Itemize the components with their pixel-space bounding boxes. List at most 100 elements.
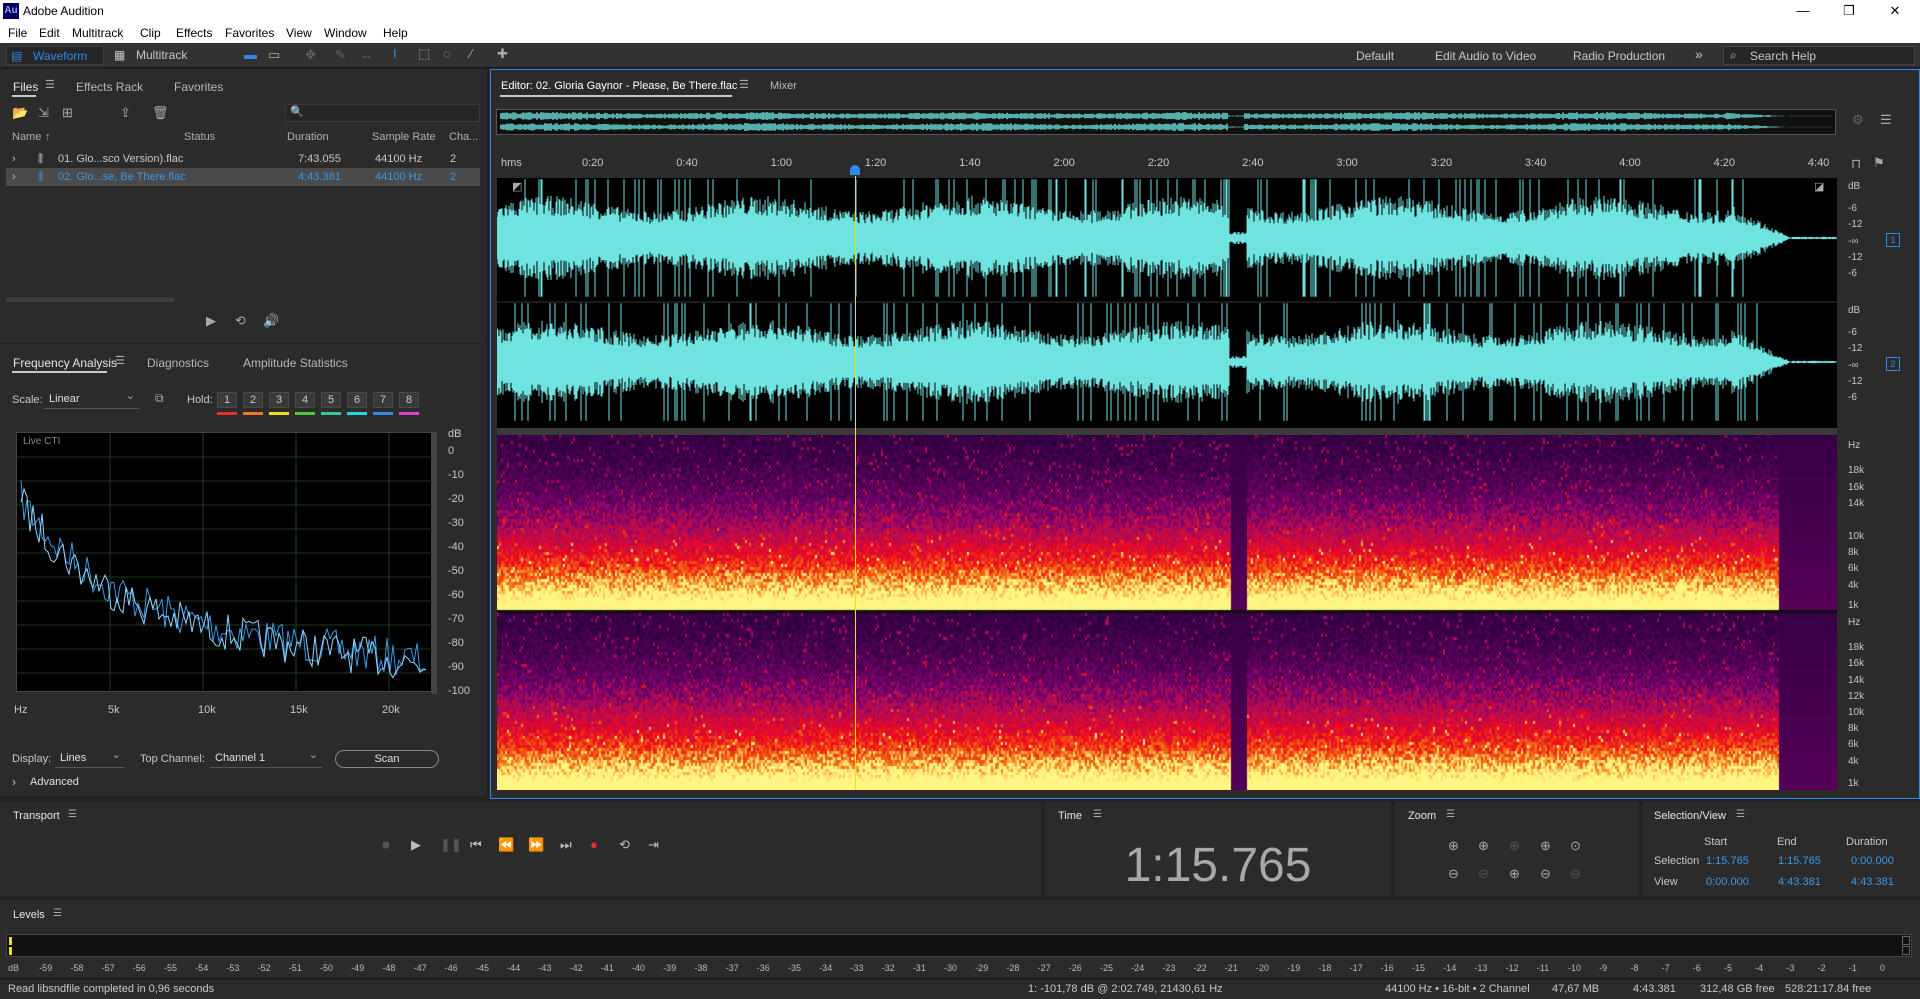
waveform-view-icon[interactable]: ▬ xyxy=(244,47,257,62)
col-name[interactable]: Name xyxy=(12,131,41,143)
brush-tool-icon[interactable]: ⁄ xyxy=(470,46,472,61)
selection-duration[interactable]: 0:00.000 xyxy=(1851,855,1894,867)
new-file-icon[interactable]: ⊞ xyxy=(62,105,73,121)
panel-menu-icon[interactable]: ☰ xyxy=(1093,809,1102,820)
clip-indicator-right[interactable] xyxy=(1902,946,1910,955)
play-button[interactable]: ▶ xyxy=(411,837,421,853)
col-sample-rate[interactable]: Sample Rate xyxy=(372,131,436,143)
panel-menu-icon[interactable]: ☰ xyxy=(1736,809,1745,820)
spectral-view-icon[interactable]: ▭ xyxy=(268,47,280,63)
workspace-default[interactable]: Default xyxy=(1356,49,1394,63)
fast-forward-icon[interactable]: ⏩ xyxy=(528,837,544,853)
menu-edit[interactable]: Edit xyxy=(39,26,60,40)
top-channel-dropdown[interactable]: Channel 1 xyxy=(210,747,322,768)
skip-selection-icon[interactable]: ⇥ xyxy=(648,837,659,853)
next-icon[interactable]: ⏭ xyxy=(560,837,572,853)
zoom-in-center-icon[interactable]: ⊕ xyxy=(1509,866,1520,882)
hold-button-8[interactable]: 8 xyxy=(399,392,419,408)
marker-icon[interactable]: ⚑ xyxy=(1873,155,1885,171)
marquee-tool-icon[interactable]: ⬚ xyxy=(418,46,430,62)
selection-end[interactable]: 1:15.765 xyxy=(1778,855,1821,867)
hold-button-5[interactable]: 5 xyxy=(321,392,341,408)
hold-button-6[interactable]: 6 xyxy=(347,392,367,408)
scale-dropdown[interactable]: Linear xyxy=(44,388,139,409)
advanced-toggle[interactable]: Advanced xyxy=(30,776,79,788)
zoom-out-full-icon[interactable]: ⊖ xyxy=(1540,866,1551,882)
panel-menu-icon[interactable]: ☰ xyxy=(68,809,77,820)
scan-button[interactable]: Scan xyxy=(335,750,439,768)
col-channels[interactable]: Cha... xyxy=(449,131,478,143)
zoom-in-time-icon[interactable]: ⊕ xyxy=(1478,838,1489,854)
channel-1-toggle[interactable]: 1 xyxy=(1886,233,1900,247)
tab-diagnostics[interactable]: Diagnostics xyxy=(147,356,209,370)
snap-icon[interactable]: ⊓ xyxy=(1851,156,1861,172)
panel-menu-icon[interactable]: ☰ xyxy=(53,908,62,919)
zoom-in-amplitude-icon[interactable]: ⊕ xyxy=(1448,838,1459,854)
playhead-handle[interactable] xyxy=(850,165,860,175)
razor-tool-icon[interactable]: ✎ xyxy=(335,47,346,63)
files-search-input[interactable]: 🔍 xyxy=(285,104,480,122)
panel-menu-icon[interactable]: ☰ xyxy=(115,354,125,367)
stop-button[interactable]: ■ xyxy=(382,837,390,852)
menu-view[interactable]: View xyxy=(286,26,312,40)
auto-play-icon[interactable]: 🔊 xyxy=(263,313,279,329)
lasso-tool-icon[interactable]: ◌ xyxy=(443,46,451,61)
rewind-icon[interactable]: ⏪ xyxy=(498,837,514,853)
open-file-icon[interactable]: 📂 xyxy=(12,105,28,121)
menu-favorites[interactable]: Favorites xyxy=(225,26,274,40)
loop-icon[interactable]: ⟲ xyxy=(235,313,246,329)
spectral-display[interactable] xyxy=(497,435,1837,790)
zoom-in-left-icon[interactable]: ⊕ xyxy=(1540,838,1551,854)
fade-out-handle-icon[interactable]: ◪ xyxy=(1814,180,1824,193)
panel-menu-icon[interactable]: ☰ xyxy=(45,78,55,91)
panel-menu-icon[interactable]: ☰ xyxy=(1446,809,1455,820)
menu-help[interactable]: Help xyxy=(383,26,408,40)
zoom-out-right-icon[interactable]: ⊖ xyxy=(1570,866,1581,882)
col-status[interactable]: Status xyxy=(184,131,215,143)
search-help-field[interactable]: ⌕ Search Help xyxy=(1723,46,1915,65)
view-start[interactable]: 0:00.000 xyxy=(1706,876,1749,888)
menu-file[interactable]: File xyxy=(8,26,27,40)
view-splitter[interactable] xyxy=(497,428,1837,435)
waveform-display[interactable] xyxy=(497,178,1837,428)
copy-icon[interactable]: ⧉ xyxy=(155,391,164,406)
display-dropdown[interactable]: Lines xyxy=(55,747,125,768)
channel-2-toggle[interactable]: 2 xyxy=(1886,357,1900,371)
zoom-out-amplitude-icon[interactable]: ⊖ xyxy=(1448,866,1459,882)
menu-multitrack[interactable]: Multitrack xyxy=(72,26,123,40)
file-row[interactable]: › ⫼ 02. Glo...se, Be There.flac 4:43.381… xyxy=(6,168,480,186)
zoom-out-time-icon[interactable]: ⊖ xyxy=(1478,866,1489,882)
import-file-icon[interactable]: ⇲ xyxy=(38,105,49,121)
hud-icon[interactable]: ◩ xyxy=(512,180,522,193)
hold-button-4[interactable]: 4 xyxy=(295,392,315,408)
zoom-selection-icon[interactable]: ⊕ xyxy=(1509,838,1520,854)
zoom-to-selection-icon[interactable]: ⚙ xyxy=(1852,112,1864,128)
hold-button-3[interactable]: 3 xyxy=(269,392,289,408)
maximize-button[interactable]: ❐ xyxy=(1826,0,1872,23)
view-end[interactable]: 4:43.381 xyxy=(1778,876,1821,888)
tab-amplitude-statistics[interactable]: Amplitude Statistics xyxy=(243,356,348,370)
file-row[interactable]: › ⫼ 01. Glo...sco Version).flac 7:43.055… xyxy=(6,150,480,168)
clip-indicator-left[interactable] xyxy=(1902,936,1910,945)
previous-icon[interactable]: ⏮ xyxy=(470,837,482,853)
delete-icon[interactable]: 🗑 xyxy=(152,105,169,121)
workspace-edit-audio-to-video[interactable]: Edit Audio to Video xyxy=(1435,49,1536,63)
expand-advanced-icon[interactable]: › xyxy=(12,775,16,789)
spot-healing-icon[interactable]: ✚ xyxy=(497,46,508,62)
workspace-radio-production[interactable]: Radio Production xyxy=(1573,49,1665,63)
tab-frequency-analysis[interactable]: Frequency Analysis xyxy=(13,356,117,370)
horizontal-scrollbar[interactable] xyxy=(6,297,174,302)
tab-editor[interactable]: Editor: 02. Gloria Gaynor - Please, Be T… xyxy=(501,80,737,92)
multitrack-mode-button[interactable]: ▦ Multitrack xyxy=(112,46,192,65)
waveform-mode-button[interactable]: ▤ Waveform xyxy=(6,46,104,65)
zoom-reset-icon[interactable]: ⊙ xyxy=(1570,838,1581,854)
menu-window[interactable]: Window xyxy=(324,26,367,40)
panel-menu-icon[interactable]: ☰ xyxy=(739,78,749,91)
menu-effects[interactable]: Effects xyxy=(176,26,212,40)
more-workspaces-button[interactable]: » xyxy=(1695,46,1703,62)
hold-button-1[interactable]: 1 xyxy=(217,392,237,408)
menu-clip[interactable]: Clip xyxy=(140,26,161,40)
hold-button-2[interactable]: 2 xyxy=(243,392,263,408)
minimize-button[interactable]: — xyxy=(1780,0,1826,23)
loop-playback-icon[interactable]: ⟲ xyxy=(619,837,630,853)
